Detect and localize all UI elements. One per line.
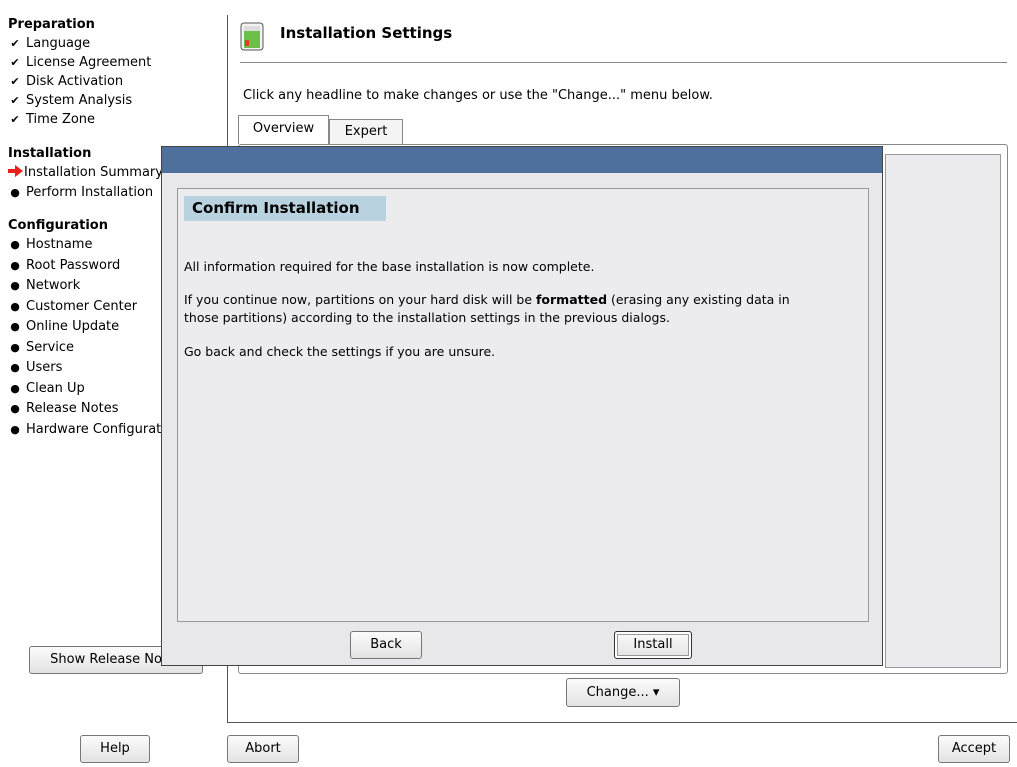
check-icon: ✔ xyxy=(10,75,20,88)
sidebar-item-perform-installation[interactable]: ● Perform Installation xyxy=(8,183,163,203)
back-button[interactable]: Back xyxy=(350,631,422,659)
bullet-icon: ● xyxy=(10,186,20,199)
sidebar-item-users[interactable]: ● Users xyxy=(8,358,62,378)
sidebar-item-label: Perform Installation xyxy=(26,185,154,200)
tab-expert[interactable]: Expert xyxy=(329,119,403,144)
bullet-icon: ● xyxy=(10,238,20,251)
sidebar-item-root-password[interactable]: ● Root Password xyxy=(8,256,120,276)
sidebar-item-label: Language xyxy=(26,36,91,51)
sidebar-item-hostname[interactable]: ● Hostname xyxy=(8,235,92,255)
sidebar-item-label: Online Update xyxy=(26,319,120,334)
sidebar-item-online-update[interactable]: ● Online Update xyxy=(8,317,119,337)
red-arrow-icon xyxy=(8,165,23,177)
bullet-icon: ● xyxy=(10,423,20,436)
install-button[interactable]: Install xyxy=(614,631,692,659)
bullet-icon: ● xyxy=(10,341,20,354)
sidebar-item-label: System Analysis xyxy=(26,93,133,108)
bullet-icon: ● xyxy=(10,402,20,415)
sidebar-item-label: Installation Summary xyxy=(24,165,163,180)
bullet-icon: ● xyxy=(10,300,20,313)
change-button-label: Change... xyxy=(586,685,649,700)
sidebar-heading-installation: Installation xyxy=(8,146,92,161)
check-icon: ✔ xyxy=(10,37,20,50)
sidebar-item-label: Clean Up xyxy=(26,381,85,396)
sidebar-item-time-zone[interactable]: ✔ Time Zone xyxy=(8,110,95,130)
sidebar-item-label: Customer Center xyxy=(26,299,138,314)
instruction-text: Click any headline to make changes or us… xyxy=(243,88,713,103)
page-title: Installation Settings xyxy=(280,24,453,42)
dialog-text-line1: All information required for the base in… xyxy=(184,259,595,274)
sidebar-item-language[interactable]: ✔ Language xyxy=(8,34,90,54)
sidebar-item-network[interactable]: ● Network xyxy=(8,276,80,296)
dialog-content-frame xyxy=(177,188,869,622)
sidebar-item-label: Time Zone xyxy=(26,112,96,127)
change-menu-button[interactable]: Change... ▾ xyxy=(566,678,680,707)
formatted-emphasis: formatted xyxy=(535,292,608,307)
sidebar-item-service[interactable]: ● Service xyxy=(8,338,74,358)
bullet-icon: ● xyxy=(10,259,20,272)
sidebar-item-customer-center[interactable]: ● Customer Center xyxy=(8,297,137,317)
sidebar-item-hardware-configuration[interactable]: ● Hardware Configuration xyxy=(8,420,163,440)
dialog-text-line3: those partitions) according to the insta… xyxy=(184,310,670,325)
bullet-icon: ● xyxy=(10,279,20,292)
bullet-icon: ● xyxy=(10,361,20,374)
sidebar-item-label: Root Password xyxy=(26,258,121,273)
installation-settings-icon xyxy=(240,22,264,51)
sidebar-item-label: Release Notes xyxy=(26,401,119,416)
sidebar-heading-preparation: Preparation xyxy=(8,17,95,32)
sidebar-item-label: Hardware Configuration xyxy=(26,422,163,437)
dialog-text-line2: If you continue now, partitions on your … xyxy=(184,292,790,307)
sidebar-item-label: Network xyxy=(26,278,81,293)
sidebar-item-label: Users xyxy=(26,360,63,375)
sidebar-item-system-analysis[interactable]: ✔ System Analysis xyxy=(8,91,132,111)
help-button[interactable]: Help xyxy=(80,735,150,763)
sidebar-item-disk-activation[interactable]: ✔ Disk Activation xyxy=(8,72,123,92)
sidebar-item-release-notes[interactable]: ● Release Notes xyxy=(8,399,118,419)
check-icon: ✔ xyxy=(10,113,20,126)
title-divider xyxy=(240,62,1007,63)
sidebar-item-label: Hostname xyxy=(26,237,93,252)
accept-button[interactable]: Accept xyxy=(938,735,1010,763)
sidebar-item-clean-up[interactable]: ● Clean Up xyxy=(8,379,85,399)
bullet-icon: ● xyxy=(10,320,20,333)
overview-content-area xyxy=(885,154,1001,668)
dialog-text-line4: Go back and check the settings if you ar… xyxy=(184,344,496,359)
dialog-title: Confirm Installation xyxy=(184,196,386,221)
dialog-titlebar[interactable] xyxy=(162,147,882,173)
abort-button[interactable]: Abort xyxy=(227,735,299,763)
confirm-installation-dialog: Back Install xyxy=(161,146,883,666)
sidebar-item-license-agreement[interactable]: ✔ License Agreement xyxy=(8,53,151,73)
check-icon: ✔ xyxy=(10,56,20,69)
sidebar-item-label: License Agreement xyxy=(26,55,152,70)
tab-overview[interactable]: Overview xyxy=(238,115,329,144)
sidebar-heading-configuration: Configuration xyxy=(8,218,108,233)
chevron-down-icon: ▾ xyxy=(652,685,660,700)
check-icon: ✔ xyxy=(10,94,20,107)
bullet-icon: ● xyxy=(10,382,20,395)
sidebar-item-label: Service xyxy=(26,340,75,355)
sidebar-item-installation-summary[interactable]: Installation Summary xyxy=(8,163,163,183)
sidebar-item-label: Disk Activation xyxy=(26,74,124,89)
